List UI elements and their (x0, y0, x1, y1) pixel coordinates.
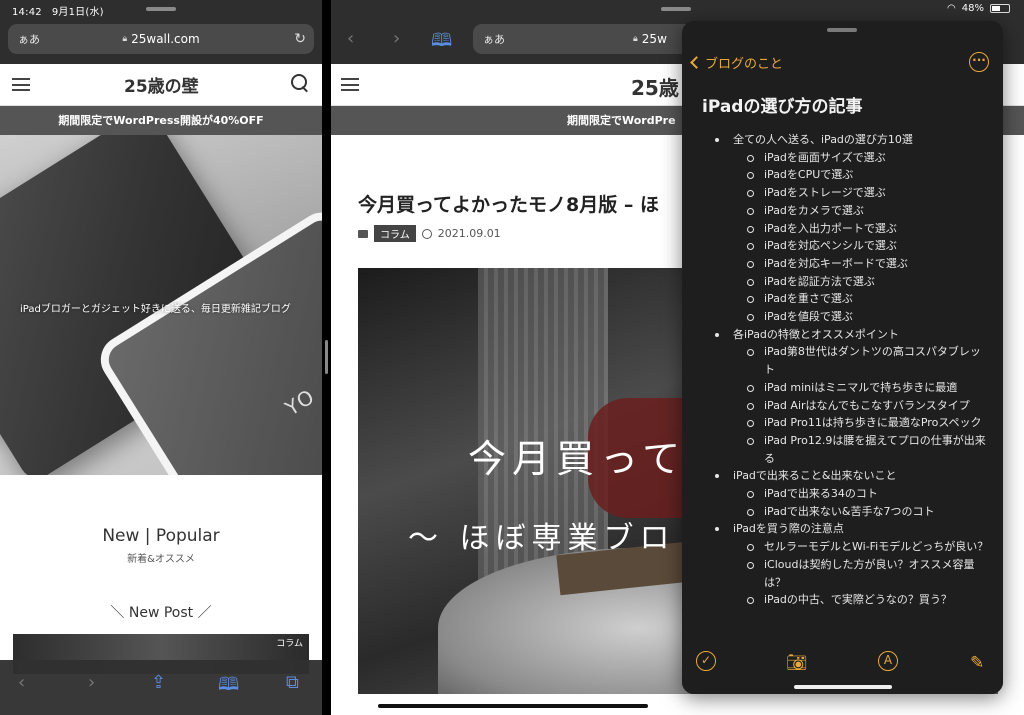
notes-toolbar: ✓ 📷︎ A ✎ (682, 641, 1003, 694)
article-category[interactable]: コラム (374, 225, 416, 242)
left-hero-image: YO iPadブロガーとガジェット好きに送る、毎日更新雑記ブログ (0, 135, 322, 475)
back-icon[interactable]: ‹ (18, 672, 25, 693)
note-title[interactable]: iPadの選び方の記事 (702, 92, 862, 117)
note-item: セルラーモデルとWi-Fiモデルどっちが良い？ (682, 538, 1003, 556)
article-meta: コラム 2021.09.01 (358, 225, 501, 242)
right-reader-aa-button[interactable]: ぁあ (483, 31, 505, 47)
wifi-icon: ◠ (947, 3, 956, 14)
home-indicator (378, 704, 648, 708)
note-section: iPadで出来ること&出来ないこと (682, 467, 1003, 485)
image-headline-2: 〜 ほぼ専業ブロ (408, 521, 676, 556)
slide-over-home-indicator (794, 685, 892, 689)
status-date-left: 9月1日(水) (51, 7, 104, 18)
note-item: iPadをカメラで選ぶ (682, 202, 1003, 220)
checklist-icon[interactable]: ✓ (696, 651, 716, 671)
section-subtitle: 新着&オススメ (127, 554, 195, 565)
left-promo-banner[interactable]: 期間限定でWordPress開設が40%OFF (0, 106, 322, 135)
note-item: iPadを値段で選ぶ (682, 308, 1003, 326)
notes-back-button[interactable]: ブログのこと (690, 53, 783, 72)
hamburger-menu-icon[interactable] (12, 78, 30, 91)
right-lock-icon: 🔒︎ (633, 34, 638, 44)
note-item: iPadの中古、で実際どうなの？買う？ (682, 591, 1003, 609)
right-url-text: 25w (641, 32, 667, 46)
left-site-header: 25歳の壁 (0, 64, 322, 106)
note-item: iPad miniはミニマルで持ち歩きに最適 (682, 379, 1003, 397)
note-item: iPadを入出力ポートで選ぶ (682, 220, 1003, 238)
chevron-left-icon (690, 56, 703, 69)
section-title: New | Popular (102, 526, 220, 546)
battery-icon (990, 4, 1010, 13)
multitask-grabber[interactable] (146, 7, 176, 11)
note-item: iPadを認証方法で選ぶ (682, 273, 1003, 291)
note-item: iPad Pro11は持ち歩きに最適なProスペック (682, 414, 1003, 432)
battery-percent: 48% (961, 3, 984, 14)
image-headline-1: 今月買って (468, 437, 687, 481)
multitask-grabber-right[interactable] (661, 7, 691, 11)
right-bookmarks-icon[interactable]: 🕮︎ (431, 28, 452, 58)
reload-icon[interactable]: ↻ (294, 31, 306, 47)
new-post-heading: ＼ New Post ／ (110, 605, 212, 621)
note-item: iPad第8世代はダントツの高コスパタブレット (682, 343, 1003, 378)
camera-icon[interactable]: 📷︎ (786, 653, 808, 673)
note-item: iPadを対応ペンシルで選ぶ (682, 237, 1003, 255)
left-safari-pane: 14:42 9月1日(水) ぁあ 🔒︎ 25wall.com ↻ 25歳の壁 期間… (0, 0, 322, 715)
right-hamburger-menu-icon[interactable] (341, 78, 359, 91)
bookmarks-icon[interactable]: 🕮︎ (218, 672, 239, 702)
left-site-title[interactable]: 25歳の壁 (124, 72, 199, 97)
folder-icon (358, 229, 368, 238)
left-address-bar[interactable]: ぁあ 🔒︎ 25wall.com ↻ (8, 24, 314, 54)
status-time-left: 14:42 (12, 7, 42, 18)
left-browser-header: 14:42 9月1日(水) ぁあ 🔒︎ 25wall.com ↻ (0, 0, 322, 64)
lock-icon: 🔒︎ (122, 34, 128, 44)
note-body[interactable]: 全ての人へ送る、iPadの選び方10選 iPadを画面サイズで選ぶ iPadをC… (682, 131, 1003, 651)
article-title[interactable]: 今月買ってよかったモノ8月版 – ほ (358, 190, 659, 217)
right-forward-icon[interactable]: › (393, 28, 400, 49)
slide-over-grabber[interactable] (827, 28, 857, 32)
hero-tagline: iPadブロガーとガジェット好きに送る、毎日更新雑記ブログ (20, 304, 291, 315)
search-icon[interactable] (291, 74, 309, 94)
share-icon[interactable]: ⇪ (151, 672, 166, 693)
note-item: iPadで出来る34のコト (682, 485, 1003, 503)
status-bar-right: ◠ 48% (947, 3, 1010, 14)
note-item: iPadをCPUで選ぶ (682, 166, 1003, 184)
note-item: iPadを対応キーボードで選ぶ (682, 255, 1003, 273)
note-item: iCloudは契約した方が良い？オススメ容量は？ (682, 556, 1003, 591)
right-back-icon[interactable]: ‹ (347, 28, 354, 49)
split-view-divider[interactable] (322, 0, 331, 715)
note-item: iPad Airはなんでもこなすバランスタイプ (682, 397, 1003, 415)
note-item: iPadをストレージで選ぶ (682, 184, 1003, 202)
note-item: iPadで出来ない&苦手な7つのコト (682, 503, 1003, 521)
forward-icon[interactable]: › (88, 672, 95, 693)
notes-slide-over: ブログのこと ··· iPadの選び方の記事 全ての人へ送る、iPadの選び方1… (682, 21, 1003, 694)
reader-aa-button[interactable]: ぁあ (18, 31, 40, 47)
clock-icon (421, 228, 432, 239)
markup-pen-icon[interactable]: A (878, 651, 898, 671)
article-date: 2021.09.01 (437, 227, 501, 240)
note-section: 各iPadの特徴とオススメポイント (682, 326, 1003, 344)
left-url-text: 25wall.com (131, 32, 200, 46)
left-safari-toolbar: ‹ › ⇪ 🕮︎ ⧉ (0, 660, 322, 715)
note-section: 全ての人へ送る、iPadの選び方10選 (682, 131, 1003, 149)
note-item: iPad Pro12.9は腰を据えてプロの仕事が出来る (682, 432, 1003, 467)
ipad-screen: 14:42 9月1日(水) 14:42 9月1日(水) ぁあ 🔒︎ 25wall.… (0, 0, 1024, 715)
more-options-icon[interactable]: ··· (969, 52, 989, 72)
compose-icon[interactable]: ✎ (970, 653, 984, 673)
right-site-title[interactable]: 25歳 (631, 72, 679, 101)
card-category-label: コラム (276, 639, 303, 649)
split-view-handle[interactable] (325, 340, 328, 374)
note-section: iPadを買う際の注意点 (682, 520, 1003, 538)
note-item: iPadを重さで選ぶ (682, 290, 1003, 308)
tabs-icon[interactable]: ⧉ (286, 672, 299, 693)
notes-folder-label: ブログのこと (705, 57, 784, 72)
note-item: iPadを画面サイズで選ぶ (682, 149, 1003, 167)
